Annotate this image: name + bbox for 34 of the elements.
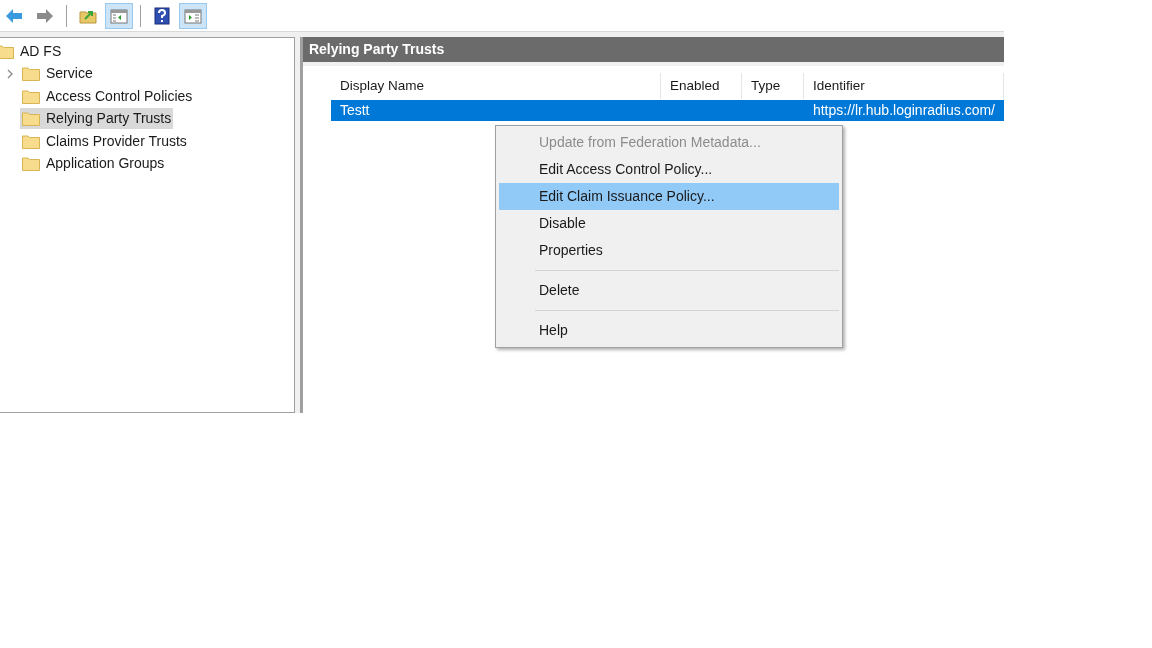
table-row[interactable]: Testt https://lr.hub.loginradius.com/: [330, 100, 1004, 121]
tree-item[interactable]: Relying Party Trusts: [20, 108, 174, 130]
tree-item[interactable]: Service: [20, 63, 95, 85]
forward-arrow-icon: [36, 7, 54, 24]
expand-chevron-icon[interactable]: [7, 68, 13, 79]
menu-item[interactable]: Edit Claim Issuance Policy...: [499, 183, 839, 210]
help-icon: [154, 6, 170, 25]
menu-item[interactable]: Properties: [499, 237, 839, 264]
folder-icon: [22, 88, 40, 104]
folder-icon: [22, 111, 40, 127]
pane-toggle-button[interactable]: [179, 2, 207, 29]
panel-title: Relying Party Trusts: [302, 37, 1004, 62]
column-header[interactable]: Type: [741, 73, 804, 99]
tree-item[interactable]: AD FS: [0, 40, 64, 62]
folder-icon: [22, 133, 40, 149]
table-cell-text: Testt: [338, 101, 371, 120]
column-header[interactable]: Display Name: [330, 73, 661, 99]
folder-icon: [22, 66, 40, 82]
menu-item[interactable]: Disable: [499, 210, 839, 237]
menu-item[interactable]: Delete: [499, 277, 839, 304]
menu-item[interactable]: Edit Access Control Policy...: [499, 156, 839, 183]
menu-item[interactable]: Help: [499, 317, 839, 344]
tree-item[interactable]: Access Control Policies: [20, 85, 195, 107]
pane-toggle-icon: [184, 7, 202, 24]
folder-icon: [22, 156, 40, 172]
tree-item[interactable]: Claims Provider Trusts: [20, 130, 189, 152]
column-header[interactable]: Enabled: [660, 73, 742, 99]
table-cell-text: https://lr.hub.loginradius.com/: [811, 101, 996, 120]
back-arrow-icon: [5, 7, 23, 24]
tree-item[interactable]: Application Groups: [20, 153, 167, 175]
column-header[interactable]: Identifier: [803, 73, 1004, 99]
pane-toggle-icon: [110, 7, 128, 24]
pane-toggle-button[interactable]: [105, 2, 133, 29]
folder-icon: [0, 43, 14, 59]
